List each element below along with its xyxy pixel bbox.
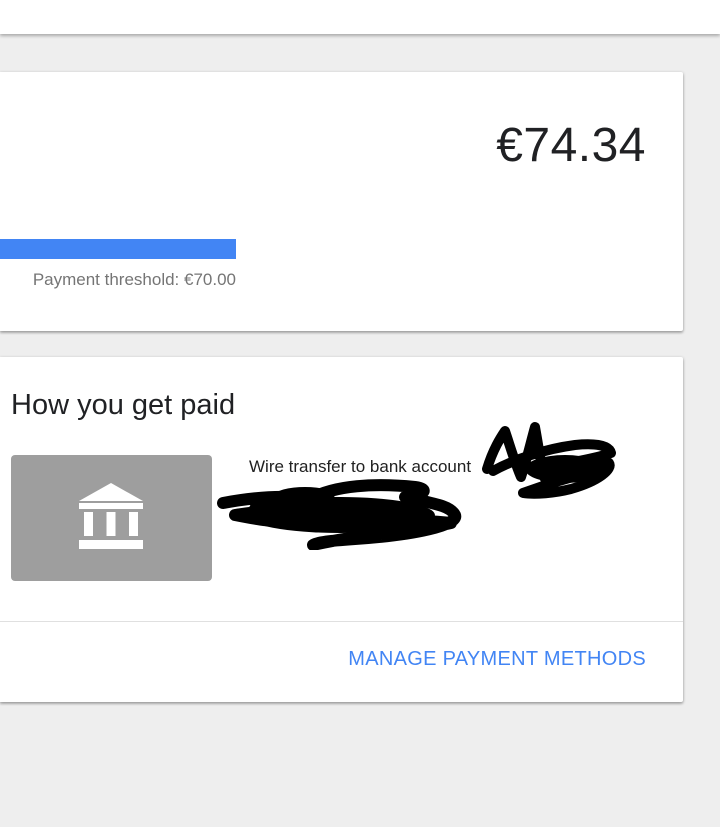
bank-icon (79, 483, 143, 549)
payment-progress-fill (0, 239, 236, 259)
balance-card: €74.34 Payment threshold: €70.00 (0, 72, 683, 331)
balance-amount: €74.34 (496, 119, 646, 172)
manage-payment-methods-button[interactable]: MANAGE PAYMENT METHODS (348, 648, 646, 671)
payment-method-label: Wire transfer to bank account (249, 457, 472, 476)
payment-threshold-text: Payment threshold: €70.00 (32, 270, 236, 289)
section-title: How you get paid (11, 389, 236, 421)
redaction-scribble (482, 422, 616, 499)
how-you-get-paid-card: How you get paid Wire transfer to bank a… (0, 357, 683, 702)
payment-method-tile[interactable] (11, 455, 212, 581)
top-app-bar (0, 0, 720, 34)
payment-progress-bar (0, 239, 236, 259)
redaction-scribble (217, 479, 462, 550)
card-divider (0, 621, 683, 622)
